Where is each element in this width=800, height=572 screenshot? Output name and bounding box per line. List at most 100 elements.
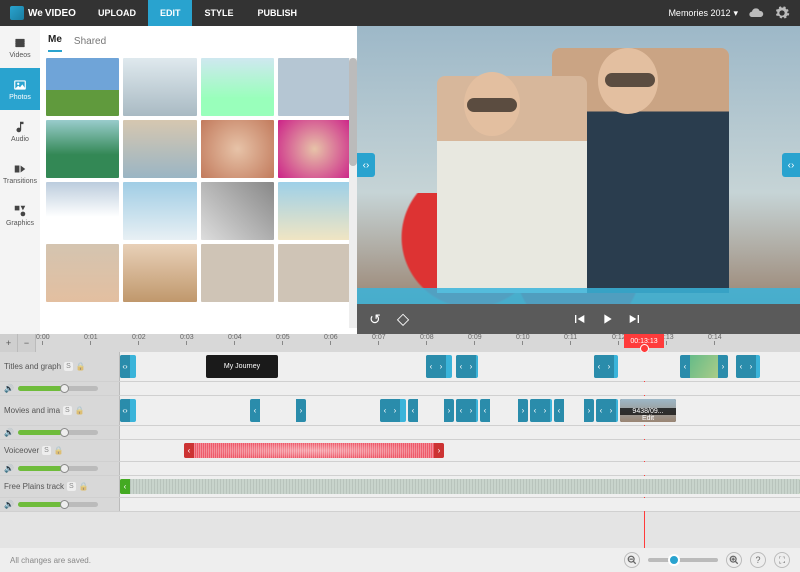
media-thumb[interactable] bbox=[123, 182, 196, 240]
track-head-voiceover[interactable]: Voiceover S 🔒 bbox=[0, 440, 120, 461]
clip[interactable]: ‹› bbox=[380, 399, 406, 422]
media-thumb[interactable] bbox=[278, 182, 351, 240]
media-thumb[interactable] bbox=[123, 244, 196, 302]
nav-style[interactable]: STYLE bbox=[192, 0, 245, 26]
track-movies: Movies and ima S 🔒 ‹› ‹› ‹› ‹› ‹› ‹› ‹› … bbox=[0, 396, 800, 426]
undo-button[interactable]: ↺ bbox=[365, 309, 385, 329]
track-head-titles[interactable]: Titles and graph S 🔒 bbox=[0, 352, 120, 381]
volume-slider[interactable] bbox=[18, 430, 98, 435]
solo-chip[interactable]: S bbox=[42, 446, 51, 455]
media-thumb[interactable] bbox=[46, 58, 119, 116]
media-thumb[interactable] bbox=[201, 182, 274, 240]
sidebar-item-graphics[interactable]: Graphics bbox=[0, 194, 40, 236]
media-thumb[interactable] bbox=[201, 120, 274, 178]
cloud-sync-icon[interactable] bbox=[748, 5, 764, 21]
sidebar-item-transitions[interactable]: Transitions bbox=[0, 152, 40, 194]
media-thumb[interactable] bbox=[201, 244, 274, 302]
transition-icon bbox=[11, 162, 29, 176]
audio-clip[interactable]: ‹ bbox=[120, 479, 800, 494]
media-thumb[interactable] bbox=[278, 58, 351, 116]
media-thumb[interactable] bbox=[278, 244, 351, 302]
lock-icon[interactable]: 🔒 bbox=[76, 362, 86, 371]
fullscreen-button[interactable]: ⛶ bbox=[774, 552, 790, 568]
sidebar-item-videos[interactable]: Videos bbox=[0, 26, 40, 68]
nav-publish[interactable]: PUBLISH bbox=[245, 0, 309, 26]
video-clip[interactable]: ‹› bbox=[408, 399, 454, 422]
clip[interactable]: ‹› bbox=[596, 399, 618, 422]
next-clip-button[interactable] bbox=[625, 309, 645, 329]
volume-slider[interactable] bbox=[18, 502, 98, 507]
clip[interactable]: ‹› bbox=[456, 355, 478, 378]
video-clip[interactable]: ‹› bbox=[680, 355, 728, 378]
ruler-tick: 0:10 bbox=[516, 334, 530, 352]
sidebar-item-audio[interactable]: Audio bbox=[0, 110, 40, 152]
prev-clip-button[interactable] bbox=[569, 309, 589, 329]
lock-icon[interactable]: 🔒 bbox=[79, 482, 89, 491]
ruler-tick: 0:06 bbox=[324, 334, 338, 352]
media-thumb[interactable] bbox=[123, 120, 196, 178]
clip[interactable]: ‹› bbox=[120, 399, 136, 422]
nav-edit[interactable]: EDIT bbox=[148, 0, 193, 26]
ruler-tick-label: 0:10 bbox=[516, 334, 530, 341]
track-head-movies[interactable]: Movies and ima S 🔒 bbox=[0, 396, 120, 425]
play-button[interactable] bbox=[597, 309, 617, 329]
library-tab-shared[interactable]: Shared bbox=[74, 36, 106, 52]
video-clip[interactable]: ‹› bbox=[250, 399, 306, 422]
track-body-music[interactable]: ‹ bbox=[120, 476, 800, 497]
remove-track-button[interactable]: − bbox=[18, 334, 36, 352]
library-scrollbar[interactable] bbox=[349, 58, 357, 328]
library-tab-me[interactable]: Me bbox=[48, 34, 62, 52]
title-clip[interactable]: My Journey bbox=[206, 355, 278, 378]
video-clip[interactable]: ‹› bbox=[554, 399, 594, 422]
title-clip-text: My Journey bbox=[224, 363, 260, 370]
track-head-music[interactable]: Free Plains track S 🔒 bbox=[0, 476, 120, 497]
media-thumb[interactable] bbox=[46, 244, 119, 302]
audio-clip[interactable]: ‹› bbox=[184, 443, 444, 458]
preview-canvas[interactable]: ‹› ‹› bbox=[357, 26, 800, 304]
ruler-tick-label: 0:01 bbox=[84, 334, 98, 341]
photo-icon bbox=[11, 78, 29, 92]
speaker-icon[interactable]: 🔊 bbox=[4, 464, 14, 473]
volume-slider[interactable] bbox=[18, 466, 98, 471]
solo-chip[interactable]: S bbox=[67, 482, 76, 491]
nav-upload[interactable]: UPLOAD bbox=[86, 0, 148, 26]
speaker-icon[interactable]: 🔊 bbox=[4, 500, 14, 509]
zoom-knob[interactable] bbox=[668, 554, 680, 566]
track-body-titles[interactable]: ‹› My Journey ‹› ‹› ‹› ‹› ‹› bbox=[120, 352, 800, 381]
lock-icon[interactable]: 🔒 bbox=[75, 406, 85, 415]
settings-gear-icon[interactable] bbox=[774, 5, 790, 21]
solo-chip[interactable]: S bbox=[64, 362, 73, 371]
time-ruler[interactable]: 0:000:010:020:030:040:050:060:070:080:09… bbox=[36, 334, 800, 352]
ruler-tick: 0:02 bbox=[132, 334, 146, 352]
keyframe-button[interactable]: ◇ bbox=[393, 309, 413, 329]
volume-slider[interactable] bbox=[18, 386, 98, 391]
add-track-button[interactable]: + bbox=[0, 334, 18, 352]
solo-chip[interactable]: S bbox=[63, 406, 72, 415]
media-thumb[interactable] bbox=[46, 182, 119, 240]
clip[interactable]: ‹› bbox=[426, 355, 452, 378]
media-thumb[interactable] bbox=[123, 58, 196, 116]
clip[interactable]: ‹› bbox=[120, 355, 136, 378]
clip[interactable]: ‹› bbox=[736, 355, 760, 378]
media-thumb[interactable] bbox=[201, 58, 274, 116]
project-selector[interactable]: Memories 2012 ▾ bbox=[668, 8, 738, 19]
clip[interactable]: ‹› bbox=[456, 399, 478, 422]
zoom-out-button[interactable] bbox=[624, 552, 640, 568]
track-body-voiceover[interactable]: ‹› bbox=[120, 440, 800, 461]
clip[interactable]: ‹› bbox=[594, 355, 618, 378]
media-thumb[interactable] bbox=[278, 120, 351, 178]
zoom-in-button[interactable] bbox=[726, 552, 742, 568]
trim-handle-right[interactable]: ‹› bbox=[782, 153, 800, 177]
lock-icon[interactable]: 🔒 bbox=[54, 446, 64, 455]
clip[interactable]: ‹› bbox=[530, 399, 552, 422]
sidebar-item-photos[interactable]: Photos bbox=[0, 68, 40, 110]
trim-handle-left[interactable]: ‹› bbox=[357, 153, 375, 177]
track-body-movies[interactable]: ‹› ‹› ‹› ‹› ‹› ‹› ‹› ‹› ‹› 9438/09...Edi… bbox=[120, 396, 800, 425]
speaker-icon[interactable]: 🔊 bbox=[4, 384, 14, 393]
help-button[interactable]: ? bbox=[750, 552, 766, 568]
video-clip-selected[interactable]: 9438/09...Edit bbox=[620, 399, 676, 422]
speaker-icon[interactable]: 🔊 bbox=[4, 428, 14, 437]
zoom-slider[interactable] bbox=[648, 558, 718, 562]
media-thumb[interactable] bbox=[46, 120, 119, 178]
video-clip[interactable]: ‹› bbox=[480, 399, 528, 422]
